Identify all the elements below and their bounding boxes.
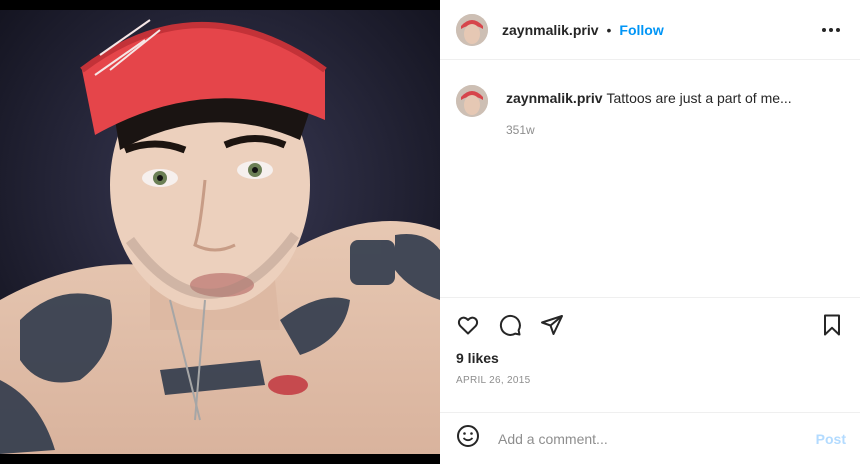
caption-username[interactable]: zaynmalik.priv — [506, 90, 603, 106]
more-options-icon[interactable] — [818, 20, 844, 40]
post-photo[interactable] — [0, 0, 440, 464]
comments-area: zaynmalik.priv Tattoos are just a part of… — [440, 60, 860, 298]
action-bar — [440, 298, 860, 338]
caption-row: zaynmalik.priv Tattoos are just a part of… — [456, 85, 844, 139]
post-comment-button[interactable]: Post — [816, 431, 846, 447]
author-username[interactable]: zaynmalik.priv — [502, 22, 599, 38]
post-photo-illustration — [0, 0, 440, 464]
comment-input[interactable] — [496, 429, 816, 448]
post-date[interactable]: APRIL 26, 2015 — [440, 366, 860, 386]
caption-avatar-image — [456, 85, 488, 117]
post-header: zaynmalik.priv • Follow — [440, 0, 860, 60]
dot-2 — [829, 27, 833, 32]
separator-dot: • — [606, 21, 612, 38]
send-icon[interactable] — [540, 313, 564, 337]
caption-text: Tattoos are just a part of me... — [606, 90, 792, 106]
dot-3 — [836, 27, 840, 32]
add-comment-bar: Post — [440, 412, 860, 464]
likes-count[interactable]: 9 likes — [440, 338, 860, 366]
author-avatar[interactable] — [456, 13, 488, 46]
post-dialog: zaynmalik.priv • Follow zaynmalik.priv T… — [0, 0, 860, 464]
bookmark-icon[interactable] — [820, 313, 844, 337]
caption-body: zaynmalik.priv Tattoos are just a part of… — [506, 85, 792, 139]
follow-button[interactable]: Follow — [619, 22, 663, 38]
caption-age[interactable]: 351w — [506, 121, 792, 139]
emoji-icon[interactable] — [456, 424, 480, 453]
caption-avatar[interactable] — [456, 85, 488, 117]
avatar-image — [456, 13, 488, 46]
comment-icon[interactable] — [498, 313, 522, 337]
post-side-panel: zaynmalik.priv • Follow zaynmalik.priv T… — [440, 0, 860, 464]
dot-1 — [822, 27, 826, 32]
heart-icon[interactable] — [456, 313, 480, 337]
